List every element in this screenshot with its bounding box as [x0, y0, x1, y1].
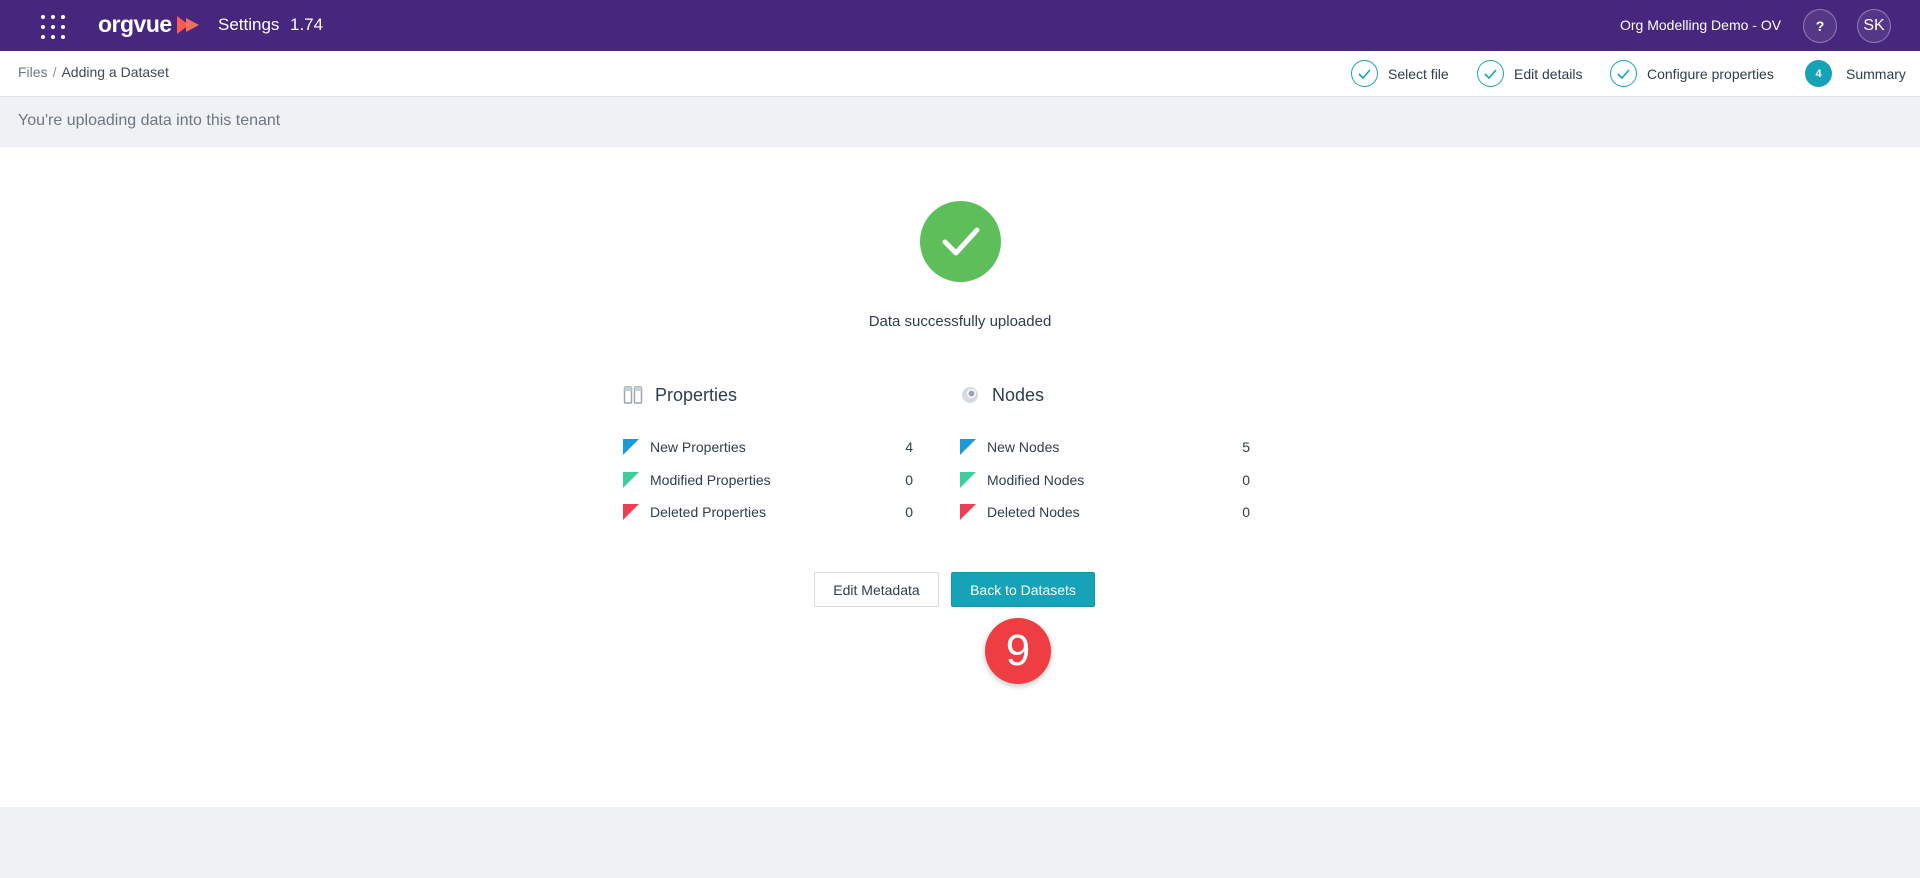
row-value: 0: [905, 504, 913, 520]
row-label: Deleted Properties: [650, 504, 766, 520]
step-number: 4: [1805, 60, 1832, 87]
step-label: Configure properties: [1647, 65, 1774, 82]
tenant-name[interactable]: Org Modelling Demo - OV: [1620, 17, 1781, 33]
new-properties-row: New Properties 4: [623, 437, 913, 457]
modified-flag-icon: [623, 472, 639, 488]
step-edit-details[interactable]: Edit details: [1477, 60, 1582, 87]
deleted-nodes-row: Deleted Nodes 0: [960, 502, 1250, 522]
new-flag-icon: [960, 439, 976, 455]
modified-nodes-row: Modified Nodes 0: [960, 470, 1250, 490]
step-done-check-icon: [1610, 60, 1637, 87]
properties-columns-icon: [623, 386, 643, 404]
row-value: 0: [905, 472, 913, 488]
logo-text: orgvue: [98, 11, 172, 37]
row-value: 5: [1242, 439, 1250, 455]
orgvue-logo[interactable]: orgvue: [98, 11, 201, 38]
modified-properties-row: Modified Properties 0: [623, 470, 913, 490]
step-summary[interactable]: 4 Summary: [1805, 60, 1906, 87]
new-flag-icon: [623, 439, 639, 455]
app-version: 1.74: [290, 15, 324, 34]
step-done-check-icon: [1351, 60, 1378, 87]
step-done-check-icon: [1477, 60, 1504, 87]
breadcrumb-current: Adding a Dataset: [61, 64, 169, 80]
logo-mark-icon: [176, 15, 199, 34]
user-avatar[interactable]: SK: [1857, 9, 1891, 43]
step-label: Edit details: [1514, 65, 1583, 82]
row-label: Modified Nodes: [987, 472, 1085, 488]
nodes-summary: Nodes New Nodes 5 Modified Nodes 0 Delet…: [960, 383, 1250, 520]
step-label: Summary: [1846, 65, 1906, 82]
row-value: 4: [905, 439, 913, 455]
row-value: 0: [1242, 504, 1250, 520]
top-bar: orgvue Settings 1.74 Org Modelling Demo …: [0, 0, 1920, 51]
help-button[interactable]: ?: [1803, 9, 1837, 43]
breadcrumb-files-link[interactable]: Files: [18, 64, 48, 80]
summary-panel: Data successfully uploaded Properties Ne…: [0, 147, 1920, 807]
upload-notice: You're uploading data into this tenant: [0, 97, 1920, 147]
nodes-icon: [962, 387, 978, 403]
breadcrumb-separator: /: [52, 64, 57, 80]
back-to-datasets-button[interactable]: Back to Datasets: [951, 572, 1095, 607]
app-name: Settings: [218, 15, 280, 34]
edit-metadata-button[interactable]: Edit Metadata: [814, 572, 939, 607]
breadcrumb: Files / Adding a Dataset: [18, 64, 169, 80]
nodes-title: Nodes: [992, 384, 1045, 405]
modified-flag-icon: [960, 472, 976, 488]
upload-notice-text: You're uploading data into this tenant: [18, 112, 281, 129]
step-label: Select file: [1388, 65, 1449, 82]
step-select-file[interactable]: Select file: [1351, 60, 1449, 87]
deleted-flag-icon: [623, 504, 639, 520]
success-check-icon: [920, 201, 1001, 282]
row-label: New Properties: [650, 439, 746, 455]
step-configure-properties[interactable]: Configure properties: [1610, 60, 1774, 87]
row-value: 0: [1242, 472, 1250, 488]
deleted-properties-row: Deleted Properties 0: [623, 502, 913, 522]
row-label: Deleted Nodes: [987, 504, 1080, 520]
wizard-bar: Files / Adding a Dataset Select file Edit …: [0, 51, 1920, 97]
app-launcher-icon[interactable]: [41, 15, 65, 39]
nodes-header: Nodes: [960, 383, 1250, 407]
properties-title: Properties: [655, 384, 738, 405]
properties-summary: Properties New Properties 4 Modified Pro…: [623, 383, 913, 520]
new-nodes-row: New Nodes 5: [960, 437, 1250, 457]
success-message: Data successfully uploaded: [868, 313, 1052, 330]
properties-header: Properties: [623, 383, 913, 407]
row-label: Modified Properties: [650, 472, 771, 488]
deleted-flag-icon: [960, 504, 976, 520]
step-number-badge: 9: [985, 618, 1051, 684]
row-label: New Nodes: [987, 439, 1060, 455]
